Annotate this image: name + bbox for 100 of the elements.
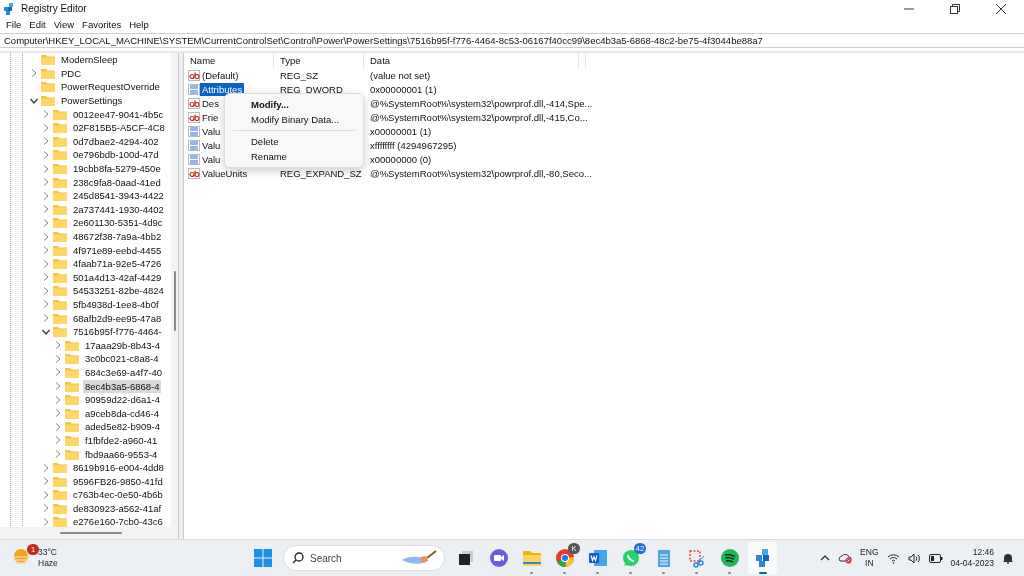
tree-item[interactable]: 7516b95f-f776-4464- (71, 325, 164, 339)
folder-icon (53, 271, 67, 283)
string-value-icon (188, 167, 200, 179)
tree-item[interactable]: PDC (59, 66, 84, 80)
menu-item[interactable]: Modify... (225, 97, 363, 112)
tree-item[interactable]: 4f971e89-eebd-4455 (71, 243, 164, 257)
value-name[interactable]: Frie (200, 110, 221, 124)
tree-item[interactable]: 0012ee47-9041-4b5c (71, 107, 166, 121)
tree-item[interactable]: 5fb4938d-1ee8-4b0f (71, 298, 161, 311)
tree-item[interactable]: 17aaa29b-8b43-4 (83, 338, 162, 352)
window-title: Registry Editor (21, 3, 87, 14)
value-name[interactable]: ValueUnits (200, 166, 250, 180)
value-name[interactable]: Attributes (200, 82, 245, 96)
cloud-error-icon[interactable] (838, 552, 853, 564)
tree-item[interactable]: 4faab71a-92e5-4726 (71, 257, 164, 271)
folder-icon (53, 285, 67, 297)
tree-item[interactable]: fbd9aa66-9553-4 (83, 447, 160, 461)
tree-item[interactable]: 2a737441-1930-4402 (71, 202, 166, 216)
value-data: x00000001 (1) (369, 124, 433, 138)
folder-icon (53, 176, 67, 188)
tree-item[interactable]: ModernSleep (59, 53, 120, 67)
chevron-up-icon[interactable] (820, 554, 831, 562)
folder-icon (53, 163, 67, 175)
tree-item[interactable]: PowerRequestOverride (59, 80, 162, 94)
tree-item[interactable]: 68afb2d9-ee95-47a8 (71, 311, 164, 325)
vertical-scrollbar[interactable] (171, 53, 178, 527)
tree-item[interactable]: 0e796bdb-100d-47d (71, 148, 161, 162)
search-field[interactable]: Search (283, 545, 445, 571)
restore-icon (950, 3, 960, 14)
menu-item[interactable]: File (2, 19, 26, 30)
video-chat-icon (488, 548, 509, 568)
folder-icon (53, 190, 67, 202)
folder-icon (53, 489, 67, 501)
tree-item[interactable]: 8ec4b3a5-6868-4 (83, 379, 162, 393)
menu-item[interactable]: Help (125, 19, 153, 30)
clock-time[interactable]: 12:46 (972, 547, 994, 558)
folder-icon (53, 122, 67, 134)
language-code[interactable]: ENG (860, 547, 879, 558)
tree-item[interactable]: f1fbfde2-a960-41 (83, 433, 160, 447)
tree-item[interactable]: a9ceb8da-cd46-4 (83, 406, 161, 420)
clock-date[interactable]: 04-04-2023 (950, 558, 994, 569)
scissors-icon (686, 548, 707, 568)
value-name[interactable]: Valu (200, 124, 223, 138)
tree-item[interactable]: PowerSettings (59, 94, 125, 108)
tree-item[interactable]: 0d7dbae2-4294-402 (71, 134, 161, 148)
wifi-icon[interactable] (886, 552, 900, 564)
menu-item[interactable]: Favorites (78, 19, 126, 30)
tree-item[interactable]: 3c0bc021-c8a8-4 (83, 352, 161, 366)
tree-item[interactable]: aded5e82-b909-4 (83, 420, 162, 434)
string-value-icon (188, 69, 200, 81)
value-name[interactable]: (Default) (200, 68, 241, 82)
notification-bell-icon[interactable] (1002, 551, 1014, 565)
binary-value-icon (188, 139, 200, 151)
tree-item[interactable]: de830923-a562-41af (71, 501, 164, 515)
menu-item[interactable]: Delete (225, 134, 363, 149)
folder-icon (53, 149, 67, 161)
value-data: @%SystemRoot%\system32\powrprof.dll,-414,Spe... (369, 96, 594, 110)
binary-value-icon (188, 125, 200, 137)
tree-item[interactable]: 238c9fa8-0aad-41ed (71, 175, 163, 189)
column-header[interactable]: Data (364, 53, 579, 68)
value-data: 0x00000001 (1) (369, 82, 438, 96)
folder-icon (65, 366, 79, 378)
tree-item[interactable]: 90959d22-d6a1-4 (83, 393, 162, 407)
value-type: REG_DWORD (279, 82, 344, 96)
address-bar[interactable]: Computer\HKEY_LOCAL_MACHINE\SYSTEM\CurrentControlSet\Control\Power\PowerSettings\7516b95f-f776-4464-8c53-06167f40cc99\8ec4b3a5-6868-48c2-be75-4f3044be88a7 (0, 33, 1024, 48)
horizontal-scrollbar[interactable] (0, 527, 178, 539)
tree-item[interactable]: 02F815B5-A5CF-4C8 (71, 121, 167, 135)
language-region[interactable]: IN (865, 558, 874, 569)
tree-item[interactable]: 48672f38-7a9a-4bb2 (71, 230, 164, 243)
menu-item[interactable]: Rename (225, 149, 363, 164)
chevron-icon[interactable] (30, 96, 38, 105)
folder-icon (65, 448, 79, 460)
tree-item[interactable]: e276e160-7cb0-43c6 (71, 515, 165, 527)
folder-icon (41, 67, 55, 79)
tree-item[interactable]: 8619b916-e004-4dd8 (71, 461, 166, 475)
tree-item[interactable]: 2e601130-5351-4d9c (71, 216, 165, 230)
tree-item[interactable]: 54533251-82be-4824 (71, 284, 166, 298)
value-name[interactable]: Des (200, 96, 221, 110)
value-data: x00000000 (0) (369, 152, 433, 166)
weather-icon[interactable] (12, 548, 32, 566)
menu-item[interactable]: Modify Binary Data... (225, 112, 363, 127)
tree-item[interactable]: 684c3e69-a4f7-40 (83, 365, 165, 379)
tree-item[interactable]: 9596FB26-9850-41fd (71, 474, 165, 488)
folder-icon (53, 203, 67, 215)
battery-icon[interactable] (928, 553, 943, 563)
folder-icon (41, 95, 55, 107)
column-header[interactable]: Type (274, 53, 364, 68)
tree-item[interactable]: 19cbb8fa-5279-450e (71, 162, 163, 176)
tree-item[interactable]: c763b4ec-0e50-4b6b (71, 488, 165, 502)
column-header[interactable]: Name (184, 53, 274, 68)
volume-icon[interactable] (907, 552, 921, 564)
value-name[interactable]: Valu (200, 152, 223, 166)
menu-item[interactable]: Edit (25, 19, 50, 30)
folder-icon (41, 54, 55, 66)
tree-item[interactable]: 501a4d13-42af-4429 (71, 270, 164, 284)
browser-icon (554, 548, 575, 568)
value-name[interactable]: Valu (200, 138, 223, 152)
chevron-icon[interactable] (42, 327, 50, 336)
menu-item[interactable]: View (49, 19, 79, 30)
tree-item[interactable]: 245d8541-3943-4422 (71, 189, 166, 203)
